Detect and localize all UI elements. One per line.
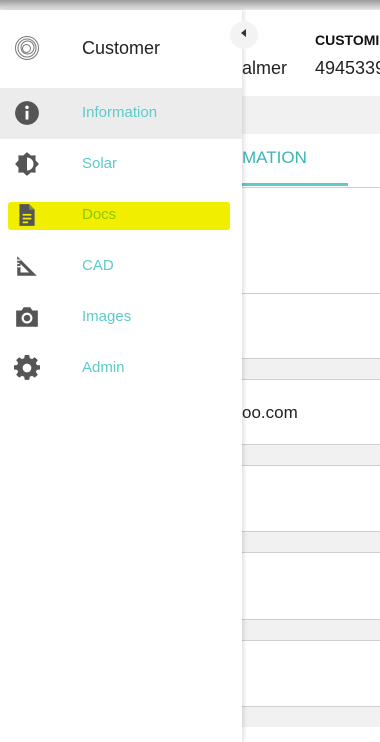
field-divider bbox=[242, 552, 380, 553]
chevron-left-icon bbox=[238, 26, 250, 44]
menu-item-label: Images bbox=[82, 308, 132, 325]
menu-item-label: Solar bbox=[82, 155, 118, 172]
section-divider bbox=[242, 96, 380, 134]
field-gap bbox=[242, 620, 380, 640]
gear-icon bbox=[14, 355, 40, 381]
customer-name: almer bbox=[242, 58, 288, 78]
customer-number: 4945339 bbox=[315, 58, 380, 78]
drawer-title: Customer bbox=[82, 38, 161, 58]
document-icon bbox=[14, 202, 40, 228]
collapse-drawer-button[interactable] bbox=[230, 21, 258, 49]
field-gap bbox=[242, 707, 380, 727]
field-divider bbox=[242, 465, 380, 466]
menu-item-docs[interactable]: Docs bbox=[0, 190, 242, 241]
menu-item-images[interactable]: Images bbox=[0, 292, 242, 343]
menu-item-solar[interactable]: Solar bbox=[0, 139, 242, 190]
menu-item-label: CAD bbox=[82, 257, 114, 274]
field-divider bbox=[242, 640, 380, 641]
tab-information[interactable]: MATION bbox=[242, 148, 307, 168]
field-divider bbox=[242, 293, 380, 294]
active-tab-indicator bbox=[242, 183, 348, 186]
field-gap bbox=[242, 359, 380, 379]
menu-item-label: Docs bbox=[82, 206, 117, 223]
customer-summary-header: almer CUSTOMI 4945339 bbox=[242, 10, 380, 96]
info-icon bbox=[14, 100, 40, 126]
window-top-edge bbox=[0, 0, 380, 10]
tab-bar-divider bbox=[242, 187, 380, 188]
solar-brightness-icon bbox=[14, 151, 40, 177]
field-gap bbox=[242, 445, 380, 465]
camera-icon bbox=[14, 304, 40, 330]
field-divider bbox=[242, 379, 380, 380]
menu-item-admin[interactable]: Admin bbox=[0, 343, 242, 394]
customer-number-header: CUSTOMI bbox=[315, 32, 380, 48]
navigation-drawer: Customer Information Solar Docs CAD Imag… bbox=[0, 10, 242, 742]
customer-email: oo.com bbox=[242, 403, 298, 422]
menu-item-label: Admin bbox=[82, 359, 125, 376]
ruler-triangle-icon bbox=[14, 253, 40, 279]
drawer-menu: Information Solar Docs CAD Images Admin bbox=[0, 88, 242, 394]
menu-item-information[interactable]: Information bbox=[0, 88, 242, 139]
field-gap bbox=[242, 532, 380, 552]
menu-item-label: Information bbox=[82, 104, 158, 121]
highlight-marker bbox=[8, 202, 230, 230]
drawer-header: Customer bbox=[0, 10, 242, 88]
customer-detail-page: almer CUSTOMI 4945339 MATION oo.com bbox=[242, 10, 380, 742]
brand-logo-icon bbox=[14, 35, 40, 61]
menu-item-cad[interactable]: CAD bbox=[0, 241, 242, 292]
